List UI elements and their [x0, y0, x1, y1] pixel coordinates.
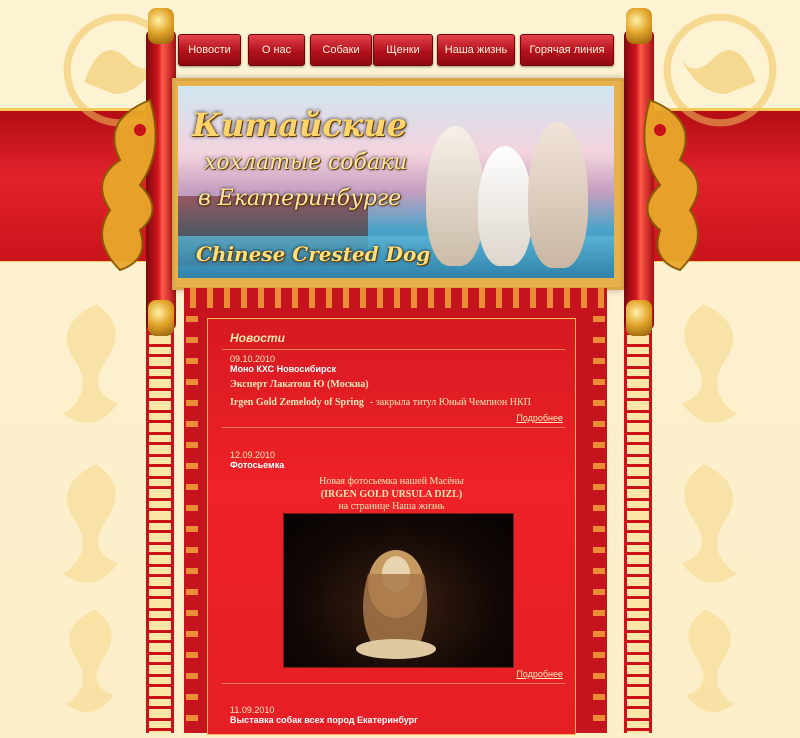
news-headline: Выставка собак всех пород Екатеринбург	[230, 715, 418, 725]
banner-english-title: Chinese Crested Dog	[196, 242, 431, 266]
news-date: 11.09.2010	[230, 705, 275, 715]
dragon-silhouette-icon	[660, 450, 770, 610]
ornament-border	[184, 288, 607, 308]
news-date: 12.09.2010	[230, 450, 276, 460]
banner-title: Китайские	[192, 106, 407, 144]
news-headline: Фотосьемка	[230, 460, 285, 470]
dog-photo[interactable]	[283, 513, 514, 668]
nav-news[interactable]: Новости	[178, 34, 241, 66]
pole-cap-icon	[626, 8, 652, 44]
banner-subtitle: в Екатеринбурге	[198, 186, 402, 211]
divider	[222, 683, 565, 684]
dragon-silhouette-icon	[30, 600, 140, 733]
header-banner: Китайские хохлатые собаки в Екатеринбург…	[178, 86, 614, 278]
news-text: Irgen Gold Zemelody of Spring	[230, 397, 364, 408]
section-title: Новости	[230, 331, 285, 345]
dragon-silhouette-icon	[30, 290, 140, 450]
news-text: (IRGEN GOLD URSULA DIZL)	[320, 489, 463, 500]
meander-border-left	[146, 300, 174, 733]
nav-dogs[interactable]: Собаки	[310, 34, 372, 66]
news-panel: Новости 09.10.2010 Моно КХС Новосибирск …	[207, 318, 576, 735]
nav-our-life[interactable]: Наша жизнь	[437, 34, 515, 66]
nav-hotline[interactable]: Горячая линия	[520, 34, 614, 66]
news-text: на странице Наша жизнь	[338, 501, 445, 512]
nav-about[interactable]: О нас	[248, 34, 305, 66]
news-headline: Моно КХС Новосибирск	[230, 364, 337, 374]
pole-cap-icon	[626, 300, 652, 336]
dog-image	[426, 126, 484, 266]
divider	[222, 427, 565, 428]
dragon-silhouette-icon	[660, 600, 770, 733]
golden-dragon-right-icon	[630, 90, 720, 290]
read-more-link[interactable]: Подробнее	[516, 669, 563, 679]
nav-puppies[interactable]: Щенки	[373, 34, 433, 66]
news-text: Эксперт Лакатош Ю (Москва)	[230, 379, 369, 390]
news-date: 09.10.2010	[230, 354, 276, 364]
dragon-silhouette-icon	[660, 290, 770, 450]
news-text: - закрыла титул Юный Чемпион НКП	[370, 397, 531, 408]
golden-dragon-left-icon	[80, 90, 170, 290]
dog-image	[528, 122, 588, 268]
dog-image	[478, 146, 532, 266]
pole-cap-icon	[148, 8, 174, 44]
dragon-silhouette-icon	[30, 450, 140, 610]
ornament-border	[593, 308, 605, 733]
meander-border-right	[624, 300, 652, 733]
read-more-link[interactable]: Подробнее	[516, 413, 563, 423]
pole-cap-icon	[148, 300, 174, 336]
ornament-border	[186, 308, 198, 733]
news-text: Новая фотосьемка нашей Масёны	[319, 476, 464, 487]
divider	[222, 349, 565, 350]
banner-subtitle: хохлатые собаки	[204, 150, 408, 175]
